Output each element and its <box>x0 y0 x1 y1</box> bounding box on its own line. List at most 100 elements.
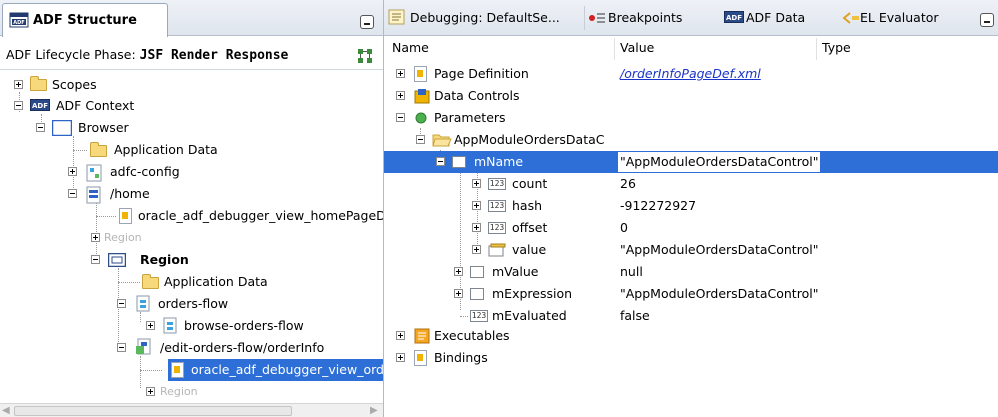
tree-guide <box>140 370 162 371</box>
column-header-name[interactable]: Name <box>392 40 429 55</box>
tree-node-homepage-def[interactable]: oracle_adf_debugger_view_homePageD <box>0 205 384 227</box>
minimize-button[interactable] <box>360 15 374 29</box>
column-header-value[interactable]: Value <box>620 40 654 55</box>
tree-node-scopes[interactable]: Scopes <box>0 74 383 96</box>
bindings-icon <box>414 350 427 366</box>
array-value-icon <box>488 243 506 260</box>
collapse-icon[interactable] <box>436 157 445 166</box>
scroll-left-icon[interactable]: ◀ <box>2 405 10 416</box>
data-row[interactable]: Parameters <box>384 107 998 129</box>
expand-icon[interactable] <box>14 80 23 89</box>
row-name: AppModuleOrdersDataC <box>454 132 605 147</box>
folder-icon <box>90 142 107 157</box>
tree-node-label: browse-orders-flow <box>184 318 304 333</box>
column-header-type[interactable]: Type <box>822 40 851 55</box>
tree-node-region[interactable]: Region <box>0 249 383 271</box>
object-icon <box>470 266 484 278</box>
expand-icon[interactable] <box>454 267 463 276</box>
integer-icon: 123 <box>470 310 488 322</box>
tree-node-region-application-data[interactable]: Application Data <box>0 271 383 293</box>
row-name: Page Definition <box>434 66 529 81</box>
expand-icon[interactable] <box>396 353 405 362</box>
data-row[interactable]: 123 hash -912272927 <box>384 195 998 217</box>
expand-icon[interactable] <box>472 201 481 210</box>
phase-diagram-icon[interactable] <box>357 48 373 67</box>
parameters-icon <box>414 111 428 128</box>
tree-node-label: oracle_adf_debugger_view_homePageD <box>138 208 384 223</box>
tree-node-label: Region <box>104 231 142 244</box>
open-folder-icon <box>432 133 452 150</box>
tab-debugging[interactable]: Debugging: DefaultSe... <box>388 8 568 30</box>
column-divider[interactable] <box>816 38 817 60</box>
expand-icon[interactable] <box>396 91 405 100</box>
tree-node-adf-context[interactable]: ADF ADF Context <box>0 95 383 117</box>
collapse-icon[interactable] <box>68 189 77 198</box>
data-row[interactable]: 123 count 26 <box>384 173 998 195</box>
minimize-button[interactable] <box>980 13 994 27</box>
tree-node-edit-orders-flow[interactable]: /edit-orders-flow/orderInfo <box>0 337 383 359</box>
expand-icon[interactable] <box>472 179 481 188</box>
expand-icon[interactable] <box>472 245 481 254</box>
expand-icon[interactable] <box>396 69 405 78</box>
tree-node-application-data[interactable]: Application Data <box>0 139 383 161</box>
adf-structure-tab[interactable]: ADF ADF Structure <box>2 3 168 37</box>
tree-node-orders-flow[interactable]: orders-flow <box>0 293 383 315</box>
expand-icon[interactable] <box>91 233 100 242</box>
collapse-icon[interactable] <box>91 255 100 264</box>
data-row[interactable]: Page Definition /orderInfoPageDef.xml <box>384 63 998 85</box>
adf-structure-tabstrip: ADF ADF Structure <box>0 0 383 37</box>
collapse-icon[interactable] <box>396 113 405 122</box>
tree-node-adfc-config[interactable]: adfc-config <box>0 161 383 183</box>
scrollbar-thumb[interactable] <box>14 406 292 416</box>
tree-node-orderinfo-page-def[interactable]: oracle_adf_debugger_view_ord <box>0 359 383 381</box>
data-row[interactable]: AppModuleOrdersDataC <box>384 129 998 151</box>
data-controls-icon <box>414 88 430 107</box>
collapse-icon[interactable] <box>36 123 45 132</box>
row-name: Bindings <box>434 350 488 365</box>
tab-separator <box>584 6 585 30</box>
collapse-icon[interactable] <box>14 101 23 110</box>
collapse-icon[interactable] <box>117 343 126 352</box>
tree-node-browser[interactable]: Browser <box>0 117 383 139</box>
tree-node-browse-orders-flow[interactable]: browse-orders-flow <box>0 315 383 337</box>
data-row[interactable]: 123 offset 0 <box>384 217 998 239</box>
tree-node-label: Scopes <box>52 77 97 92</box>
row-name: Executables <box>434 328 510 343</box>
tab-adf-data[interactable]: ADF ADF Data <box>724 8 834 30</box>
data-row[interactable]: value "AppModuleOrdersDataControl" <box>384 239 998 261</box>
folder-icon <box>30 76 47 91</box>
data-row[interactable]: Bindings <box>384 347 998 369</box>
tab-breakpoints[interactable]: Breakpoints <box>588 8 698 30</box>
expand-icon[interactable] <box>68 167 77 176</box>
tree-node-region-empty[interactable]: Region <box>0 227 383 249</box>
data-row-selected[interactable]: mName "AppModuleOrdersDataControl" <box>384 151 998 173</box>
column-divider[interactable] <box>614 38 615 60</box>
collapse-icon[interactable] <box>416 135 425 144</box>
tree-node-label: Browser <box>78 120 129 135</box>
tree-guide <box>73 150 87 151</box>
row-name: count <box>512 176 548 191</box>
data-row[interactable]: mExpression "AppModuleOrdersDataControl" <box>384 283 998 305</box>
data-row[interactable]: Data Controls <box>384 85 998 107</box>
expand-icon[interactable] <box>472 223 481 232</box>
adf-icon: ADF <box>724 11 744 26</box>
scroll-right-icon[interactable]: ▶ <box>370 405 378 416</box>
page-definition-link[interactable]: /orderInfoPageDef.xml <box>620 66 761 81</box>
data-row[interactable]: 123 mEvaluated false <box>384 305 998 327</box>
tree-node-region-empty[interactable]: Region <box>0 381 383 403</box>
tree-guide <box>118 282 140 283</box>
expand-icon[interactable] <box>146 387 155 396</box>
tab-el-evaluator[interactable]: EL Evaluator <box>842 8 962 30</box>
row-value: false <box>620 308 650 323</box>
tree-node-label: Application Data <box>164 274 268 289</box>
executables-icon <box>414 328 430 347</box>
tree-node-home[interactable]: /home <box>0 183 383 205</box>
horizontal-scrollbar[interactable]: ◀ ▶ <box>0 403 383 417</box>
data-row[interactable]: mValue null <box>384 261 998 283</box>
expand-icon[interactable] <box>454 289 463 298</box>
expand-icon[interactable] <box>396 331 405 340</box>
expand-icon[interactable] <box>146 321 155 330</box>
svg-text:ADF: ADF <box>32 102 48 110</box>
collapse-icon[interactable] <box>117 299 126 308</box>
data-row[interactable]: Executables <box>384 325 998 347</box>
